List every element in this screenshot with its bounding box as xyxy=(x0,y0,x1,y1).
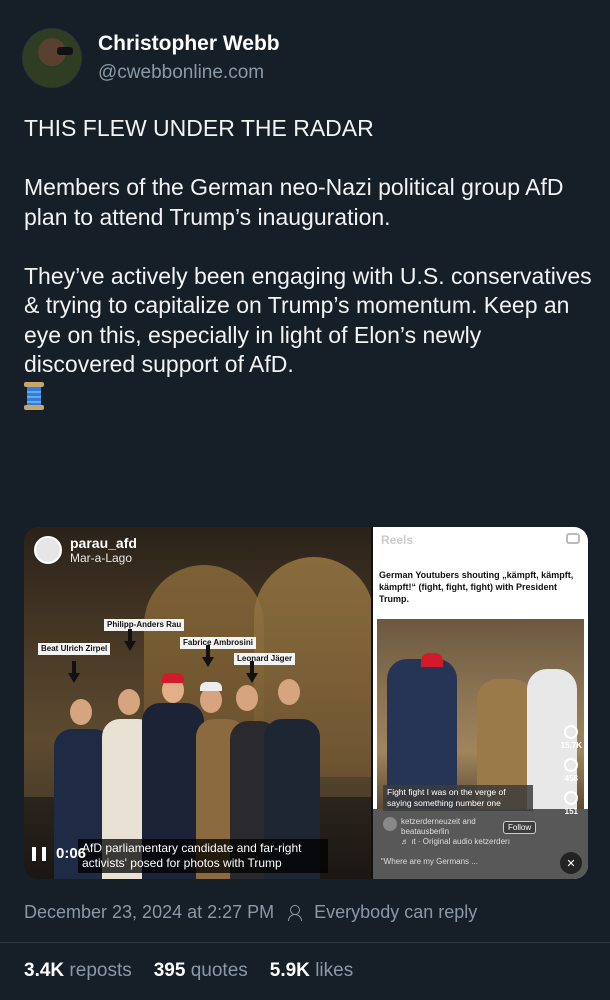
mute-icon[interactable]: ✕ xyxy=(560,852,582,874)
name-tag: Fabrice Ambrosini xyxy=(180,637,256,649)
post-paragraph: Members of the German neo-Nazi political… xyxy=(24,174,564,230)
reels-likes: 15.7K xyxy=(560,741,582,750)
post-paragraph: They’ve actively been engaging with U.S.… xyxy=(24,262,592,378)
ig-avatar xyxy=(34,536,62,564)
video-caption: AfD parliamentary candidate and far-righ… xyxy=(78,839,328,873)
reels-photo xyxy=(377,619,584,809)
name-tag: Beat Ulrich Zirpel xyxy=(38,643,111,655)
display-name[interactable]: Christopher Webb xyxy=(98,31,280,57)
post-header: Christopher Webb @cwebbonline.com xyxy=(22,28,280,88)
reels-subtitle: Fight fight I was on the verge of saying… xyxy=(383,785,533,811)
arrow-down-icon xyxy=(202,645,214,667)
author-names: Christopher Webb @cwebbonline.com xyxy=(98,31,280,85)
likes-count: 5.9K xyxy=(269,960,310,981)
video-time: 0:06 xyxy=(56,845,87,862)
avatar[interactable] xyxy=(22,28,82,88)
ig-location: Mar-a-Lago xyxy=(70,551,133,565)
white-cap xyxy=(200,682,222,691)
reels-username: ketzerderneuzeit and xyxy=(401,817,476,826)
divider xyxy=(0,942,610,943)
reels-avatar xyxy=(383,817,397,831)
quotes-stat[interactable]: 395 quotes xyxy=(154,960,248,982)
reels-audio: ♬ ıt · Original audio ketzerderı xyxy=(401,837,510,846)
name-tag: Philipp-Anders Rau xyxy=(104,619,185,631)
quotes-count: 395 xyxy=(153,960,186,981)
post-timestamp[interactable]: December 23, 2024 at 2:27 PM xyxy=(24,902,274,923)
pause-icon[interactable] xyxy=(32,846,46,861)
reels-username: beatausberlin xyxy=(401,827,450,836)
follow-button: Follow xyxy=(503,821,537,834)
reels-user: ketzerderneuzeit and beatausberlin ♬ ıt … xyxy=(383,817,510,847)
post-media[interactable]: parau_afd Mar-a-Lago Philipp-Anders Rau … xyxy=(24,527,588,879)
red-cap xyxy=(162,673,184,683)
reels-actions: 15.7K 458 151 xyxy=(561,717,582,816)
arrow-down-icon xyxy=(246,661,258,683)
reels-label: Reels xyxy=(381,533,414,547)
reposts-count: 3.4K xyxy=(24,960,65,981)
post-text: THIS FLEW UNDER THE RADAR Members of the… xyxy=(24,114,594,410)
person-head xyxy=(236,685,258,711)
heart-icon[interactable] xyxy=(564,725,579,739)
reels-image[interactable]: Reels German Youtubers shouting „kämpft,… xyxy=(373,527,588,879)
name-tag: Leonard Jäger xyxy=(234,653,296,665)
reels-comment: “Where are my Germans ... xyxy=(381,857,478,866)
reels-shares: 151 xyxy=(564,807,578,816)
arrow-down-icon xyxy=(68,661,80,683)
camera-icon xyxy=(566,533,580,544)
thread-spool-icon xyxy=(24,381,44,410)
share-icon[interactable] xyxy=(564,791,579,805)
post-stats: 3.4K reposts 395 quotes 5.9K likes xyxy=(24,960,353,982)
ig-username: parau_afd xyxy=(70,535,137,551)
reposts-label: reposts xyxy=(69,960,132,981)
people-icon xyxy=(288,904,308,921)
reels-title: German Youtubers shouting „kämpft, kämpf… xyxy=(379,570,574,604)
likes-stat[interactable]: 5.9K likes xyxy=(270,960,353,982)
quotes-label: quotes xyxy=(190,960,248,981)
video-controls: 0:06 xyxy=(32,845,86,862)
video-player[interactable]: parau_afd Mar-a-Lago Philipp-Anders Rau … xyxy=(24,527,371,879)
arrow-down-icon xyxy=(124,629,136,651)
post-paragraph: THIS FLEW UNDER THE RADAR xyxy=(24,115,374,141)
likes-label: likes xyxy=(315,960,354,981)
comment-icon[interactable] xyxy=(564,758,579,772)
person-head xyxy=(118,689,140,715)
reposts-stat[interactable]: 3.4K reposts xyxy=(24,960,132,982)
reels-comments: 458 xyxy=(564,774,578,783)
person-head xyxy=(70,699,92,725)
instagram-header: parau_afd Mar-a-Lago xyxy=(34,535,137,565)
post-meta: December 23, 2024 at 2:27 PM Everybody c… xyxy=(24,902,477,923)
person-head xyxy=(278,679,300,705)
handle[interactable]: @cwebbonline.com xyxy=(98,61,280,85)
reply-setting: Everybody can reply xyxy=(314,902,478,922)
